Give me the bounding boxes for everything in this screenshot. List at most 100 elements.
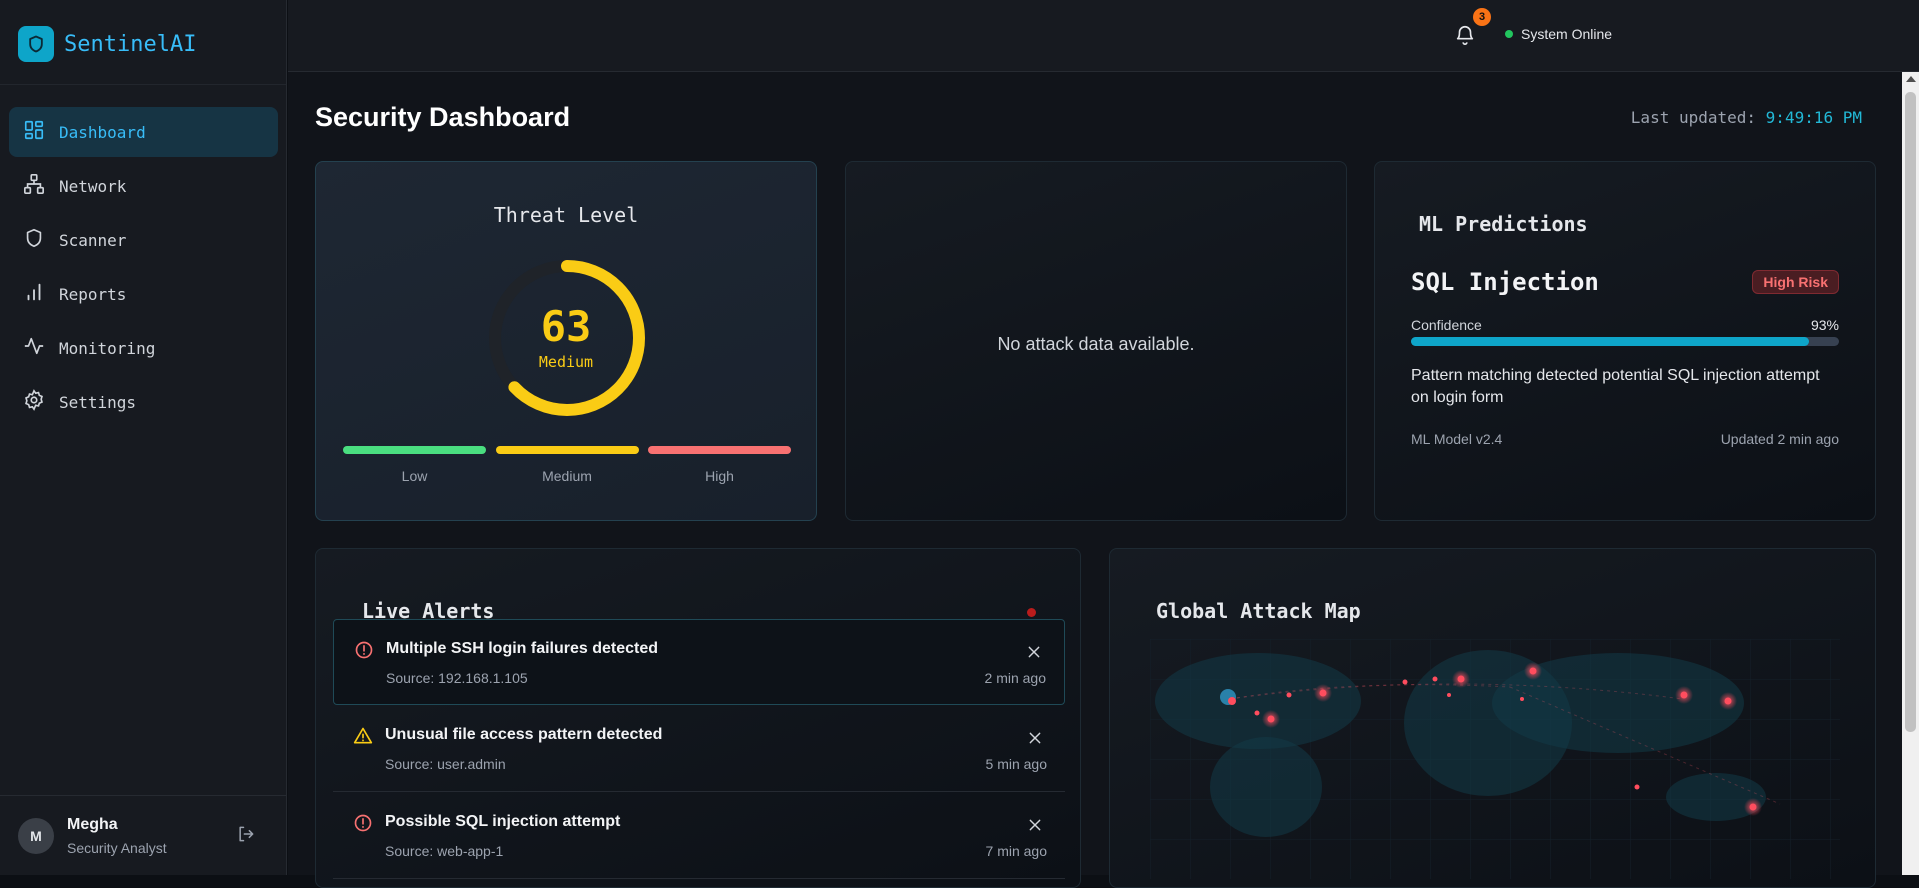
user-role: Security Analyst: [67, 839, 167, 856]
confidence-label: Confidence: [1411, 317, 1482, 333]
attack-data-card: No attack data available.: [845, 161, 1347, 521]
warning-triangle-icon: [353, 726, 373, 751]
continent-south-america: [1210, 737, 1322, 837]
legend-low: Low: [343, 446, 486, 484]
user-info: Megha Security Analyst: [67, 816, 167, 856]
sidebar-item-network[interactable]: Network: [9, 161, 278, 211]
prediction-name: SQL Injection: [1411, 268, 1599, 296]
close-icon[interactable]: [1027, 730, 1043, 751]
vertical-scrollbar[interactable]: [1902, 72, 1919, 875]
alert-time: 7 min ago: [985, 843, 1047, 859]
gear-icon: [23, 389, 45, 415]
topbar: [288, 0, 1919, 72]
sidebar-item-settings[interactable]: Settings: [9, 377, 278, 427]
attack-point: [1520, 697, 1524, 701]
global-attack-map-card: Global Attack Map: [1109, 548, 1876, 888]
status-dot: [1505, 30, 1513, 38]
last-updated-label: Last updated:: [1630, 108, 1757, 127]
alert-circle-icon: [353, 813, 373, 838]
continent-north-america: [1155, 653, 1361, 749]
alert-time: 5 min ago: [985, 756, 1047, 772]
sidebar: SentinelAI Dashboard Network Scanner Rep…: [0, 0, 287, 875]
attack-point: [1267, 715, 1275, 723]
attack-point: [1432, 676, 1438, 682]
alert-title: Possible SQL injection attempt: [385, 813, 621, 830]
legend-label: Low: [401, 468, 428, 484]
attack-point: [1228, 697, 1236, 705]
threat-level-title: Threat Level: [493, 203, 639, 227]
alert-source: Source: web-app-1: [385, 843, 504, 859]
prediction-updated: Updated 2 min ago: [1720, 431, 1839, 447]
empty-state-message: No attack data available.: [997, 334, 1195, 354]
brand[interactable]: SentinelAI: [18, 26, 196, 62]
close-icon[interactable]: [1027, 817, 1043, 838]
sidebar-item-label: Monitoring: [59, 338, 156, 358]
alert-title: Multiple SSH login failures detected: [386, 640, 659, 657]
legend-medium: Medium: [495, 446, 639, 484]
bell-icon[interactable]: [1454, 24, 1476, 51]
global-attack-map-title: Global Attack Map: [1156, 599, 1361, 623]
network-icon: [23, 173, 45, 199]
live-alerts-card: Live Alerts Multiple SSH login failures …: [315, 548, 1081, 888]
alert-source: Source: 192.168.1.105: [386, 670, 528, 686]
system-status: System Online: [1505, 26, 1612, 42]
legend-label: High: [705, 468, 734, 484]
attack-map: [1150, 639, 1840, 879]
attack-point: [1447, 693, 1451, 697]
sidebar-item-dashboard[interactable]: Dashboard: [9, 107, 278, 157]
attack-point: [1457, 675, 1465, 683]
threat-legend: Low Medium High: [343, 446, 791, 484]
bar-chart-icon: [23, 281, 45, 307]
app-name: SentinelAI: [64, 31, 197, 57]
close-icon[interactable]: [1026, 644, 1042, 665]
alert-item[interactable]: Possible SQL injection attempt Source: w…: [333, 793, 1065, 879]
confidence-bar: [1411, 337, 1839, 346]
user-name: Megha: [67, 815, 118, 833]
last-updated: Last updated: 9:49:16 PM: [1631, 108, 1862, 127]
legend-label: Medium: [542, 468, 592, 484]
sidebar-item-reports[interactable]: Reports: [9, 269, 278, 319]
sidebar-item-label: Reports: [59, 284, 127, 304]
threat-level-card: Threat Level 63 Medium Low Medium High: [315, 161, 817, 521]
scroll-thumb[interactable]: [1905, 92, 1916, 732]
alert-source: Source: user.admin: [385, 756, 506, 772]
sidebar-item-label: Settings: [59, 392, 137, 412]
legend-bar-medium: [495, 446, 639, 454]
attack-point: [1724, 697, 1732, 705]
ml-predictions-card: ML Predictions SQL Injection High Risk C…: [1374, 161, 1876, 521]
avatar[interactable]: M: [18, 817, 54, 854]
alert-item[interactable]: Unusual file access pattern detected Sou…: [333, 706, 1065, 792]
attack-point: [1402, 679, 1408, 685]
attack-point: [1680, 691, 1688, 699]
sidebar-nav: Dashboard Network Scanner Reports Monito…: [9, 107, 278, 431]
shield-icon: [18, 26, 54, 62]
divider: [0, 84, 286, 85]
dashboard-icon: [23, 119, 45, 145]
sidebar-item-label: Network: [59, 176, 127, 196]
main-content: Security Dashboard Last updated: 9:49:16…: [288, 72, 1902, 888]
legend-bar-high: [648, 446, 791, 454]
model-version: ML Model v2.4: [1411, 431, 1503, 447]
status-text: System Online: [1521, 26, 1613, 42]
sidebar-item-monitoring[interactable]: Monitoring: [9, 323, 278, 373]
legend-high: High: [648, 446, 791, 484]
confidence-value: 93%: [1810, 317, 1839, 333]
attack-point: [1749, 803, 1757, 811]
last-updated-time: 9:49:16 PM: [1765, 108, 1862, 127]
alert-item[interactable]: Multiple SSH login failures detected Sou…: [333, 619, 1065, 705]
alert-circle-icon: [354, 640, 374, 665]
attack-point: [1254, 710, 1260, 716]
logout-icon[interactable]: [236, 824, 256, 849]
risk-badge: High Risk: [1752, 270, 1839, 294]
ml-predictions-title: ML Predictions: [1419, 212, 1588, 236]
alert-time: 2 min ago: [984, 670, 1046, 686]
scroll-up-arrow[interactable]: [1906, 76, 1916, 82]
activity-icon: [23, 335, 45, 361]
sidebar-item-scanner[interactable]: Scanner: [9, 215, 278, 265]
alert-title: Unusual file access pattern detected: [385, 726, 663, 743]
prediction-description: Pattern matching detected potential SQL …: [1411, 367, 1820, 406]
threat-level-label: Medium: [538, 353, 594, 371]
page-title: Security Dashboard: [315, 102, 571, 132]
attack-point: [1286, 692, 1292, 698]
attack-point: [1319, 689, 1327, 697]
